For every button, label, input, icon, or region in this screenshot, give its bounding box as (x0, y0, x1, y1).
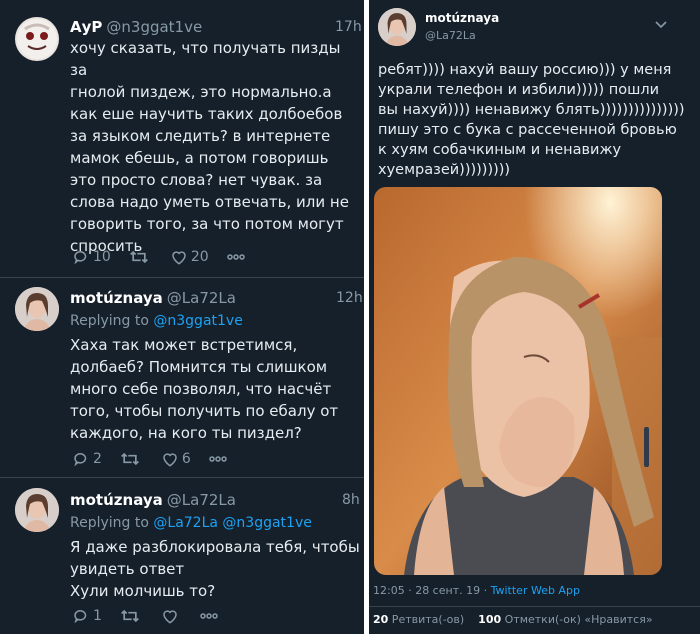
avatar[interactable] (15, 287, 59, 331)
reply-icon (74, 251, 87, 265)
retweets-label: Ретвита(-ов) (388, 613, 465, 626)
tweet-meta: 12:05 · 28 сент. 19 · Twitter Web App (373, 584, 580, 597)
more-button[interactable] (226, 253, 245, 261)
more-icon (226, 254, 245, 260)
retweet-icon (120, 609, 139, 623)
like-button[interactable] (161, 607, 182, 625)
avatar[interactable] (15, 488, 59, 532)
display-name[interactable]: motúznaya (70, 491, 163, 509)
likes-label: Отметки(-ок) «Нравится» (501, 613, 653, 626)
like-icon (172, 251, 186, 265)
reply-button[interactable]: 2 (72, 450, 102, 468)
display-name[interactable]: motúznaya (70, 289, 163, 307)
tweet-2[interactable]: motúznaya @La72La 12h Replying to @n3ggat… (0, 278, 364, 476)
tweet-3[interactable]: motúznaya @La72La 8h Replying to @La72La … (0, 478, 364, 634)
timestamp[interactable]: 17h (335, 17, 362, 37)
tweet-actions: 1 (72, 606, 236, 626)
retweet-button[interactable] (129, 248, 152, 266)
display-name[interactable]: АуР (70, 18, 102, 36)
avatar[interactable] (15, 17, 59, 61)
retweet-icon (120, 452, 139, 466)
source-app-link[interactable]: Twitter Web App (491, 584, 580, 597)
tweet-date[interactable]: 12:05 · 28 сент. 19 · (373, 584, 491, 597)
replying-to-label: Replying to (70, 515, 149, 531)
avatar[interactable] (378, 8, 416, 46)
retweet-button[interactable] (120, 450, 143, 468)
retweet-icon (129, 250, 148, 264)
tweet-text: хочу сказать, что получать пизды за гнол… (70, 39, 349, 255)
retweet-button[interactable] (120, 607, 143, 625)
user-handle[interactable]: @La72La (167, 289, 236, 307)
reply-count: 1 (93, 608, 102, 624)
like-count: 20 (190, 249, 209, 265)
tweet-header: motúznaya @La72La (70, 490, 236, 510)
selfie-image (374, 187, 662, 575)
expanded-tweet-panel: motúznaya @La72La ребят)))) нахуй вашу р… (369, 0, 700, 634)
tweet-options-button[interactable] (655, 14, 667, 33)
tweet-header: motúznaya @La72La (70, 288, 236, 308)
mention-link[interactable]: @n3ggat1ve (153, 313, 242, 329)
timestamp[interactable]: 12h (336, 288, 363, 308)
timestamp[interactable]: 8h (342, 490, 360, 510)
tweet-actions: 2 6 (72, 449, 245, 469)
like-button[interactable]: 20 (170, 248, 209, 266)
tweet-text: Хаха так может встретимся, долбаеб? Помн… (70, 336, 339, 442)
replying-to: Replying to @n3ggat1ve (70, 311, 243, 331)
tweet-text: ребят)))) нахуй вашу россию))) у меня ук… (378, 62, 685, 178)
chevron-down-icon (655, 21, 667, 29)
more-button[interactable] (209, 455, 227, 463)
user-handle[interactable]: @La72La (425, 29, 476, 42)
tweet-actions: 10 20 (72, 247, 263, 267)
reply-count: 10 (93, 249, 111, 265)
divider (369, 606, 700, 607)
user-handle[interactable]: @La72La (167, 491, 236, 509)
replying-to: Replying to @La72La @n3ggat1ve (70, 513, 312, 533)
reply-icon (74, 453, 87, 467)
reply-icon (74, 610, 87, 624)
like-button[interactable]: 6 (161, 450, 191, 468)
user-handle[interactable]: @n3ggat1ve (106, 18, 202, 36)
retweets-count: 20 (373, 613, 389, 626)
reply-count: 2 (93, 451, 102, 467)
retweets-stat[interactable]: 20 Ретвита(-ов) (373, 613, 464, 626)
reply-button[interactable]: 10 (72, 248, 111, 266)
more-icon (200, 613, 218, 619)
likes-count: 100 (478, 613, 502, 626)
more-button[interactable] (200, 612, 218, 620)
likes-stat[interactable]: 100 Отметки(-ок) «Нравится» (478, 613, 652, 626)
like-icon (163, 610, 177, 624)
replying-to-label: Replying to (70, 313, 149, 329)
reply-thread-panel: АуР @n3ggat1ve 17h хочу сказать, что полу… (0, 0, 364, 634)
tweet-stats: 20 Ретвита(-ов) 100 Отметки(-ок) «Нравит… (373, 613, 653, 626)
tweet-text: Я даже разблокировала тебя, чтобы увидет… (70, 538, 360, 600)
more-icon (209, 456, 227, 462)
tweet-header: АуР @n3ggat1ve (70, 17, 202, 37)
tweet-1[interactable]: АуР @n3ggat1ve 17h хочу сказать, что полу… (0, 0, 364, 276)
like-count: 6 (181, 451, 191, 467)
reply-button[interactable]: 1 (72, 607, 102, 625)
mention-link[interactable]: @La72La @n3ggat1ve (153, 515, 311, 531)
like-icon (163, 453, 177, 467)
display-name[interactable]: motúznaya (425, 11, 499, 25)
tweet-photo[interactable] (374, 187, 662, 575)
